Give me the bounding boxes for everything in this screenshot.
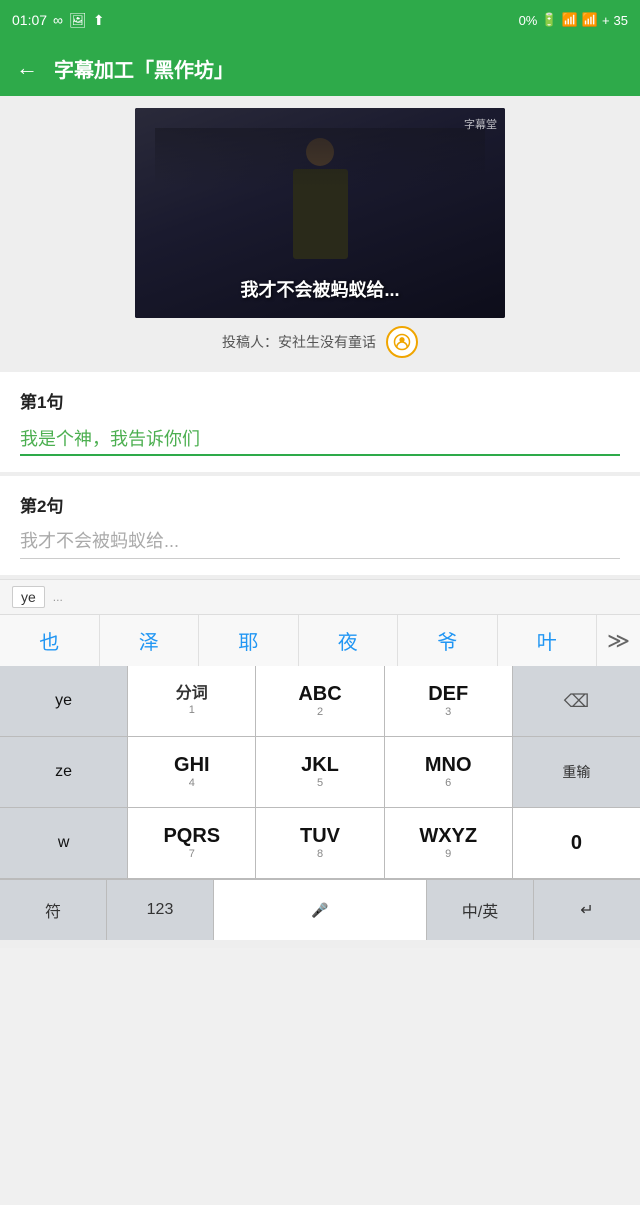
pqrs-key[interactable]: PQRS 7	[128, 808, 256, 878]
fenci-key[interactable]: 分词 1	[128, 666, 256, 736]
keyboard-row-3: w PQRS 7 TUV 8 WXYZ 9 0	[0, 808, 640, 879]
image-icon: 🖼	[69, 12, 87, 29]
abc-key[interactable]: ABC 2	[256, 666, 384, 736]
status-right: 0% 🔋 📶 📶 + 35	[519, 12, 628, 28]
status-left: 01:07 ∞ 🖼 ⬆	[12, 12, 105, 29]
battery-pct: 0%	[519, 13, 538, 28]
pinyin-w-key[interactable]: w	[0, 808, 128, 878]
back-button[interactable]: ←	[16, 55, 38, 81]
def-key[interactable]: DEF 3	[385, 666, 513, 736]
more-candidates-button[interactable]: ≫	[597, 628, 640, 654]
pinyin-ze-key[interactable]: ze	[0, 737, 128, 807]
candidate-2[interactable]: 泽	[100, 615, 200, 666]
submitter-avatar[interactable]	[386, 326, 418, 358]
prediction-bar: ye ...	[0, 579, 640, 614]
tuv-key[interactable]: TUV 8	[256, 808, 384, 878]
pinyin-ye-key[interactable]: ye	[0, 666, 128, 736]
symbol-key[interactable]: 符	[0, 880, 107, 940]
prediction-current: ye	[12, 586, 45, 608]
infinity-icon: ∞	[53, 12, 63, 28]
plus-icon: +	[602, 13, 610, 28]
status-bar: 01:07 ∞ 🖼 ⬆ 0% 🔋 📶 📶 + 35	[0, 0, 640, 40]
content-area: 字幕堂 我才不会被蚂蚁给... 投稿人：安社生没有童话 第1句 第2句 ye .…	[0, 96, 640, 948]
sentence1-card: 第1句	[0, 372, 640, 472]
time: 01:07	[12, 12, 47, 28]
keyboard-bottom-row: 符 123 🎤 中/英 ↵	[0, 879, 640, 940]
sentence2-input[interactable]	[20, 527, 620, 559]
sentence1-label: 第1句	[20, 388, 620, 413]
keyboard-row-1: ye 分词 1 ABC 2 DEF 3 ⌫	[0, 666, 640, 737]
app-bar: ← 字幕加工「黑作坊」	[0, 40, 640, 96]
wxyz-key[interactable]: WXYZ 9	[385, 808, 513, 878]
submitter-row: 投稿人：安社生没有童话	[0, 318, 640, 368]
space-key[interactable]: 🎤	[214, 880, 427, 940]
zero-key[interactable]: 0	[513, 808, 640, 878]
video-container: 字幕堂 我才不会被蚂蚁给...	[0, 96, 640, 318]
jkl-key[interactable]: JKL 5	[256, 737, 384, 807]
ghi-key[interactable]: GHI 4	[128, 737, 256, 807]
sentence2-label: 第2句	[20, 492, 620, 517]
enter-key[interactable]: ↵	[534, 880, 640, 940]
signal-icon: ⬆	[93, 12, 105, 29]
sentence1-input[interactable]	[20, 423, 620, 456]
sentence2-card: 第2句	[0, 476, 640, 575]
backspace-key[interactable]: ⌫	[513, 666, 640, 736]
video-watermark: 字幕堂	[464, 116, 497, 132]
signal-bars: 📶	[582, 12, 598, 28]
keyboard-row-2: ze GHI 4 JKL 5 MNO 6 重输	[0, 737, 640, 808]
submitter-label: 投稿人：安社生没有童话	[222, 332, 376, 352]
mno-key[interactable]: MNO 6	[385, 737, 513, 807]
candidate-1[interactable]: 也	[0, 615, 100, 666]
video-thumb[interactable]: 字幕堂 我才不会被蚂蚁给...	[135, 108, 505, 318]
keyboard: 也 泽 耶 夜 爷 叶 ≫ ye 分词 1 ABC 2 DEF 3	[0, 614, 640, 940]
battery-icon: 🔋	[541, 12, 557, 28]
candidate-row: 也 泽 耶 夜 爷 叶 ≫	[0, 614, 640, 666]
candidate-6[interactable]: 叶	[498, 615, 598, 666]
video-subtitle: 我才不会被蚂蚁给...	[135, 276, 505, 302]
battery-level: 35	[614, 13, 628, 28]
num-key[interactable]: 123	[107, 880, 214, 940]
prediction-dots: ...	[53, 590, 63, 604]
lang-switch-key[interactable]: 中/英	[427, 880, 534, 940]
reenter-key[interactable]: 重输	[513, 737, 640, 807]
candidate-5[interactable]: 爷	[398, 615, 498, 666]
wifi-icon: 📶	[562, 12, 578, 28]
candidate-4[interactable]: 夜	[299, 615, 399, 666]
candidate-3[interactable]: 耶	[199, 615, 299, 666]
app-title: 字幕加工「黑作坊」	[54, 54, 234, 83]
